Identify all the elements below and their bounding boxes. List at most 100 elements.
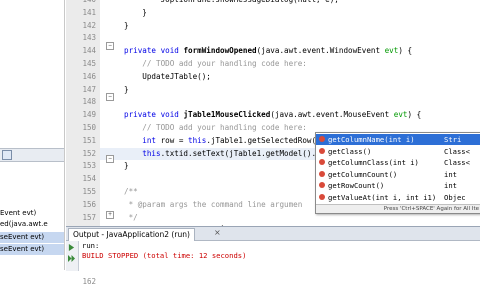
fold-toggle-icon[interactable]: − xyxy=(106,42,114,50)
code-completion-popup[interactable]: getValueAt(int i, int i1) Objec getRowCoun… xyxy=(315,132,480,214)
method-icon xyxy=(319,159,325,165)
completion-item[interactable]: getValueAt(int i, int i1) Objec xyxy=(316,192,480,203)
code-text: // TODO add your handling code here: xyxy=(124,122,307,135)
code-token: evt xyxy=(393,110,408,120)
line-number: 152 xyxy=(82,148,96,158)
code-token: formWindowOpened xyxy=(183,46,257,56)
fold-toggle-icon[interactable]: + xyxy=(106,211,114,219)
navigator-item[interactable]: Event evt) xyxy=(0,208,64,219)
output-toolbar xyxy=(66,241,79,271)
code-token: * @param args the command line argumen xyxy=(124,199,303,209)
code-token: } xyxy=(124,7,147,17)
completion-return-type: int xyxy=(444,169,457,179)
code-text: JOptionPane.showMessageDialog(null, e); xyxy=(124,0,339,7)
code-token: // TODO add your handling code here: xyxy=(124,123,307,132)
code-token: int xyxy=(124,135,161,145)
code-line[interactable]: } xyxy=(100,20,480,33)
completion-name: getColumnCount() xyxy=(328,169,398,179)
output-line-run: run: xyxy=(82,241,100,250)
code-token: (java.awt.event.MouseEvent xyxy=(270,110,394,120)
code-text: // TODO add your handling code here: xyxy=(124,58,307,71)
code-line[interactable]: UpdateJTable(); xyxy=(100,71,480,84)
navigator-item-selected[interactable]: seEvent evt) xyxy=(0,232,64,243)
code-line[interactable]: // TODO add your handling code here: xyxy=(100,58,480,71)
code-text: } xyxy=(124,160,129,173)
code-token: jTable1MouseClicked xyxy=(183,110,271,120)
line-number: 141 xyxy=(82,7,96,17)
code-text: */ xyxy=(124,212,138,225)
line-number-gutter: 140141 142 143 144 145 146 147 148 149 150 151 152 1… xyxy=(66,0,100,286)
completion-item[interactable]: getRowCount() int xyxy=(316,180,480,191)
navigator-panel: Event evt) ed(java.awt.e seEvent evt) se… xyxy=(0,0,65,270)
code-text: * @param args the command line argumen xyxy=(124,199,303,212)
code-line[interactable]: } xyxy=(100,84,480,97)
code-token: evt xyxy=(384,46,399,56)
code-token: /** xyxy=(124,187,138,196)
code-text: int row = this.jTable1.getSelectedRow(); xyxy=(124,135,325,148)
navigator-item[interactable]: ed(java.awt.e xyxy=(0,219,64,230)
method-icon xyxy=(319,182,325,188)
line-number: 147 xyxy=(82,84,96,94)
member-icon xyxy=(2,150,12,160)
completion-item[interactable]: getColumnCount() int xyxy=(316,169,480,180)
line-number: 140 xyxy=(70,0,96,7)
line-number: 155 xyxy=(82,187,96,196)
navigator-blank-area xyxy=(0,0,64,128)
completion-name: getRowCount() xyxy=(328,181,385,190)
code-line[interactable]: JOptionPane.showMessageDialog(null, e); xyxy=(100,0,480,7)
code-token: this xyxy=(188,135,207,145)
line-number: 142 xyxy=(82,20,96,30)
output-tab[interactable]: Output - JavaApplication2 (run) xyxy=(68,228,195,241)
code-line[interactable]: private void formWindowOpened(java.awt.e… xyxy=(100,45,480,58)
method-icon xyxy=(319,136,325,142)
fold-toggle-icon[interactable]: − xyxy=(106,155,114,163)
code-token: UpdateJTable(); xyxy=(124,71,211,81)
completion-return-type: int xyxy=(444,181,457,190)
method-icon xyxy=(319,147,325,154)
line-number: 150 xyxy=(82,123,96,132)
line-number: 149 xyxy=(82,110,96,120)
completion-footer: Press 'Ctrl+SPACE' Again for All Ite xyxy=(316,204,480,213)
rerun-icon[interactable] xyxy=(68,244,75,251)
completion-name: getColumnName(int i) xyxy=(328,135,415,144)
navigator-item-selected[interactable]: seEvent evt) xyxy=(0,244,64,255)
code-token: ) { xyxy=(398,46,413,56)
code-token: ) { xyxy=(407,110,422,120)
line-number: 154 xyxy=(82,174,96,184)
completion-item-selected[interactable]: getColumnName(int i) Stri xyxy=(316,134,480,145)
code-text: UpdateJTable(); xyxy=(124,71,211,84)
completion-item[interactable]: getClass() Class< xyxy=(316,146,480,157)
line-number: 162 xyxy=(82,276,96,286)
code-line[interactable]: private void jTable1MouseClicked(java.aw… xyxy=(100,109,480,122)
code-text: } xyxy=(124,20,129,33)
code-token: */ xyxy=(124,212,138,222)
forward-icon[interactable] xyxy=(68,255,75,262)
code-token: } xyxy=(124,161,129,171)
code-text: this.txtid.setText(jTable1.getModel().ge… xyxy=(124,148,340,161)
line-number: 143 xyxy=(82,33,96,43)
code-token: // TODO add your handling code here: xyxy=(124,59,307,68)
code-text: } xyxy=(124,7,147,20)
code-token: JOptionPane.showMessageDialog(null, e); xyxy=(124,0,339,4)
completion-return-type: Class< xyxy=(444,146,470,156)
line-number: 151 xyxy=(82,135,96,145)
completion-return-type: Stri xyxy=(444,135,462,144)
code-text: /** xyxy=(124,186,138,199)
line-number: 153 xyxy=(82,161,96,171)
code-token: private void xyxy=(124,110,184,120)
completion-return-type: Class< xyxy=(444,158,470,167)
method-icon xyxy=(319,193,325,200)
method-icon xyxy=(319,170,325,177)
completion-return-type: Objec xyxy=(444,192,466,202)
close-icon[interactable]: × xyxy=(214,228,221,237)
line-number: 157 xyxy=(82,212,96,222)
code-line[interactable] xyxy=(100,32,480,45)
output-tabbar: Output - JavaApplication2 (run) × xyxy=(66,227,480,241)
code-line[interactable]: } xyxy=(100,7,480,20)
output-line-status: BUILD STOPPED (total time: 12 seconds) xyxy=(82,251,247,260)
fold-toggle-icon[interactable]: − xyxy=(106,93,114,101)
completion-item[interactable]: getColumnClass(int i) Class< xyxy=(316,157,480,168)
code-text: } xyxy=(124,84,129,97)
code-line[interactable] xyxy=(100,96,480,109)
code-token: .jTable1.getSelectedRow(); xyxy=(206,135,326,145)
